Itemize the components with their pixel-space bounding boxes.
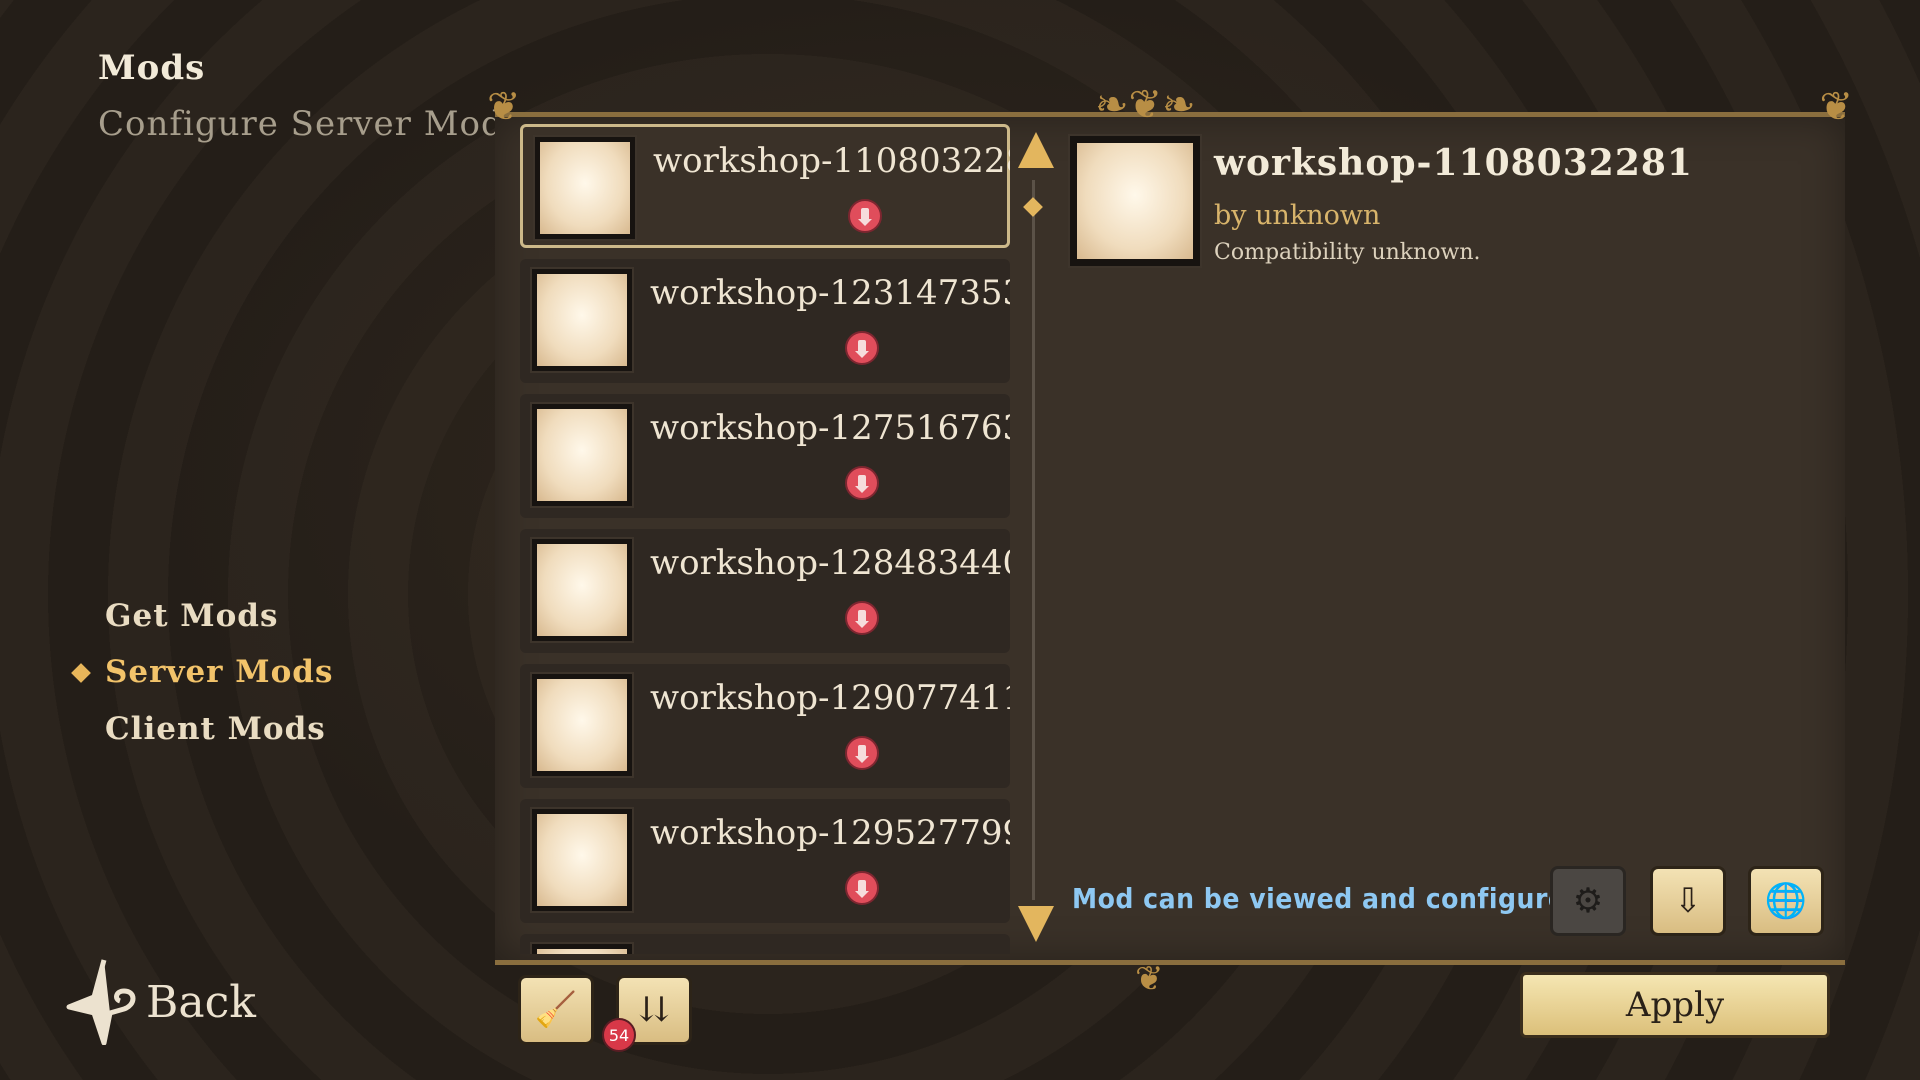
nav-client-mods[interactable]: Client Mods xyxy=(105,711,326,747)
out-of-date-icon xyxy=(845,871,879,905)
configure-icon: ⚙ xyxy=(1572,881,1604,921)
mod-thumbnail xyxy=(532,944,632,954)
scroll-down-arrow-icon[interactable] xyxy=(1018,906,1054,942)
mod-thumbnail xyxy=(535,137,635,239)
update-mod-button[interactable]: ⇩ xyxy=(1650,866,1726,936)
status-message: Mod can be viewed and configured. xyxy=(1072,882,1595,915)
mod-thumbnail xyxy=(532,404,632,506)
broom-icon: 🧹 xyxy=(534,990,578,1030)
workshop-page-button[interactable]: 🌐 xyxy=(1748,866,1824,936)
bottom-ornament-icon: ❦ xyxy=(1135,959,1164,999)
detail-author: by unknown xyxy=(1214,200,1381,231)
corner-ornament-icon: ❦ xyxy=(1819,84,1853,130)
scrollbar-track[interactable] xyxy=(1032,180,1035,900)
update-count-badge: 54 xyxy=(602,1018,636,1052)
back-button[interactable]: Back xyxy=(64,955,256,1045)
mod-name: workshop-1284834406 xyxy=(650,543,1010,583)
mod-thumbnail xyxy=(532,674,632,776)
top-ornament-icon: ❧❦❧ xyxy=(1095,82,1196,128)
back-arrow-icon xyxy=(66,959,136,1045)
page-title: Mods xyxy=(98,48,206,88)
mod-list-item-partial[interactable] xyxy=(520,934,1010,954)
nav-selected-marker xyxy=(71,663,91,683)
out-of-date-icon xyxy=(848,199,882,233)
mod-list-item[interactable]: workshop-1275167632 xyxy=(520,394,1010,518)
mod-name: workshop-1290774114 xyxy=(650,678,1010,718)
mod-thumbnail xyxy=(532,269,632,371)
download-icon: ⇩ xyxy=(1673,881,1703,921)
out-of-date-icon xyxy=(845,466,879,500)
mod-thumbnail xyxy=(532,539,632,641)
page-subtitle: Configure Server Mods xyxy=(98,104,523,144)
out-of-date-icon xyxy=(845,601,879,635)
mod-name: workshop-1231473531 xyxy=(650,273,1010,313)
mod-list-item[interactable]: workshop-1108032281 xyxy=(520,124,1010,248)
globe-icon: 🌐 xyxy=(1764,881,1808,921)
corner-ornament-icon: ❦ xyxy=(487,84,521,130)
mod-name: workshop-1295277999 xyxy=(650,813,1010,853)
mod-list-item[interactable]: workshop-1290774114 xyxy=(520,664,1010,788)
mod-list: workshop-1108032281 workshop-1231473531 … xyxy=(520,122,1010,954)
apply-button[interactable]: Apply xyxy=(1520,972,1830,1038)
out-of-date-icon xyxy=(845,331,879,365)
mod-thumbnail xyxy=(532,809,632,911)
nav-server-mods[interactable]: Server Mods xyxy=(105,654,333,690)
mod-name: workshop-1108032281 xyxy=(653,141,1010,181)
back-label: Back xyxy=(146,977,256,1028)
nav-get-mods[interactable]: Get Mods xyxy=(105,598,278,634)
configure-mod-button[interactable]: ⚙ xyxy=(1550,866,1626,936)
mod-name: workshop-1275167632 xyxy=(650,408,1010,448)
detail-title: workshop-1108032281 xyxy=(1214,142,1693,184)
scroll-up-arrow-icon[interactable] xyxy=(1018,132,1054,168)
out-of-date-icon xyxy=(845,736,879,770)
detail-compatibility: Compatibility unknown. xyxy=(1214,240,1481,265)
mod-list-item[interactable]: workshop-1295277999 xyxy=(520,799,1010,923)
cleanup-mods-button[interactable]: 🧹 xyxy=(518,975,594,1045)
mod-list-item[interactable]: workshop-1231473531 xyxy=(520,259,1010,383)
mod-list-item[interactable]: workshop-1284834406 xyxy=(520,529,1010,653)
detail-thumbnail xyxy=(1070,136,1200,266)
